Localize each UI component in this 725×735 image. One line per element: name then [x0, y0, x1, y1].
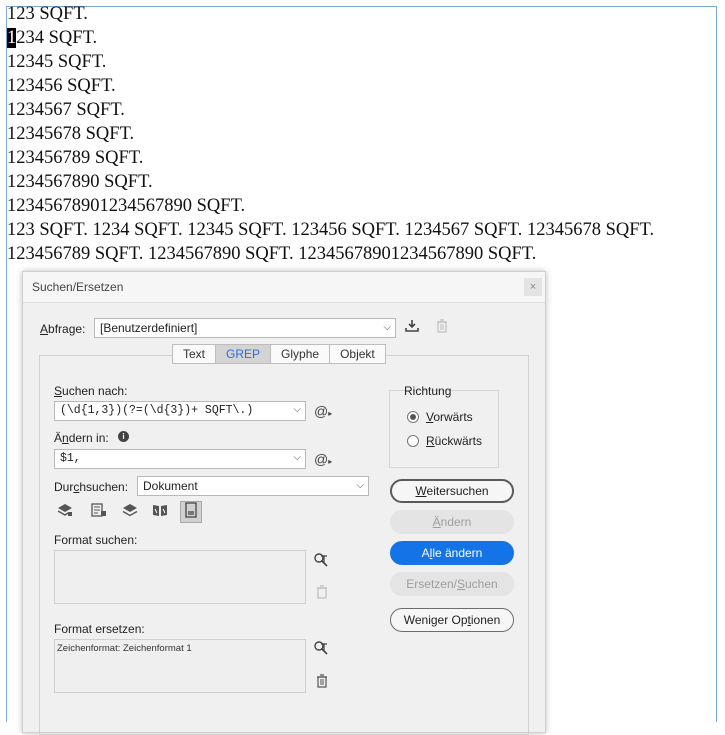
- query-label: Abfrage:: [40, 322, 86, 336]
- format-replace-box[interactable]: Zeichenformat: Zeichenformat 1: [54, 639, 306, 693]
- hidden-layers-icon[interactable]: [121, 503, 139, 521]
- text-line: 12345 SQFT.: [7, 52, 107, 72]
- locked-layers-icon[interactable]: [56, 503, 74, 521]
- change-find-button[interactable]: Ersetzen/Suchen: [390, 572, 514, 596]
- text-line: 123 SQFT. 1234 SQFT. 12345 SQFT. 123456 …: [7, 220, 655, 240]
- trash-icon[interactable]: [313, 674, 331, 692]
- query-dropdown[interactable]: [Benutzerdefiniert] ⌵: [94, 318, 396, 338]
- direction-group: [389, 390, 499, 468]
- radio-forward[interactable]: [407, 411, 419, 423]
- radio-backward[interactable]: [407, 435, 419, 447]
- tab-text[interactable]: Text: [172, 344, 217, 364]
- radio-forward-label[interactable]: Vorwärts: [426, 410, 473, 424]
- text-line: 12345678901234567890 SQFT.: [7, 196, 246, 216]
- locked-stories-icon[interactable]: [90, 503, 108, 521]
- text-line: 12345678 SQFT.: [7, 124, 135, 144]
- trash-icon[interactable]: [313, 585, 331, 603]
- change-all-button[interactable]: Alle ändern: [390, 541, 514, 565]
- text-cursor-selection: 1: [7, 28, 17, 48]
- chevron-down-icon: ⌵: [383, 322, 391, 333]
- change-button[interactable]: Ändern: [390, 510, 514, 534]
- replace-value: $1,: [60, 452, 81, 465]
- format-settings-icon[interactable]: [312, 640, 330, 658]
- format-search-box[interactable]: [54, 550, 306, 604]
- text-line: 123 SQFT.: [7, 4, 88, 24]
- text-line-rest: 234 SQFT.: [16, 28, 98, 48]
- format-replace-text: Zeichenformat: Zeichenformat 1: [57, 643, 192, 654]
- replace-label: Ändern in:: [54, 431, 109, 445]
- query-value: [Benutzerdefiniert]: [100, 321, 198, 335]
- fewer-options-button[interactable]: Weniger Optionen: [390, 608, 514, 632]
- chevron-down-icon: ⌵: [293, 453, 301, 464]
- chevron-down-icon: ⌵: [356, 480, 364, 491]
- text-line-with-cursor: 1234 SQFT.: [7, 28, 654, 52]
- replace-input[interactable]: $1, ⌵: [54, 449, 306, 469]
- document-text[interactable]: 123 SQFT. 1234 SQFT. 12345 SQFT. 123456 …: [7, 4, 654, 268]
- find-change-dialog: Suchen/Ersetzen × Abfrage: [Benutzerdefi…: [22, 271, 546, 735]
- radio-backward-label[interactable]: Rückwärts: [426, 434, 482, 448]
- at-icon[interactable]: @▸: [314, 450, 332, 468]
- master-pages-icon[interactable]: [151, 503, 169, 521]
- text-line: 123456789 SQFT. 1234567890 SQFT. 1234567…: [7, 244, 537, 264]
- dialog-title: Suchen/Ersetzen: [32, 280, 124, 294]
- text-line: 1234567 SQFT.: [7, 100, 125, 120]
- direction-legend: Richtung: [404, 384, 452, 398]
- tab-glyph[interactable]: Glyphe: [270, 344, 331, 364]
- footnotes-icon[interactable]: [180, 501, 202, 523]
- text-line: 123456789 SQFT.: [7, 148, 144, 168]
- text-line: 1234567890 SQFT.: [7, 172, 153, 192]
- scope-label: Durchsuchen:: [54, 480, 129, 494]
- scope-dropdown[interactable]: Dokument ⌵: [137, 476, 369, 496]
- text-line: 123456 SQFT.: [7, 76, 116, 96]
- tab-grep[interactable]: GREP: [215, 344, 272, 364]
- format-replace-label: Format ersetzen:: [54, 622, 145, 636]
- tab-object[interactable]: Objekt: [329, 344, 386, 364]
- mode-tabs: Text GREP Glyphe Objekt: [172, 344, 386, 364]
- find-next-button[interactable]: Weitersuchen: [390, 479, 514, 503]
- trash-icon[interactable]: [433, 319, 451, 337]
- dialog-titlebar[interactable]: Suchen/Ersetzen ×: [23, 272, 545, 303]
- at-icon[interactable]: @▸: [314, 402, 332, 420]
- chevron-down-icon: ⌵: [293, 405, 301, 416]
- search-value: (\d{1,3})(?=(\d{3})+ SQFT\.): [60, 404, 254, 417]
- info-icon[interactable]: i: [118, 431, 129, 442]
- search-label: Suchen nach:: [54, 384, 128, 398]
- search-input[interactable]: (\d{1,3})(?=(\d{3})+ SQFT\.) ⌵: [54, 401, 306, 421]
- scope-value: Dokument: [143, 479, 198, 493]
- close-icon[interactable]: ×: [524, 278, 542, 296]
- format-search-label: Format suchen:: [54, 533, 138, 547]
- format-settings-icon[interactable]: [312, 552, 330, 570]
- save-query-icon[interactable]: [403, 319, 421, 337]
